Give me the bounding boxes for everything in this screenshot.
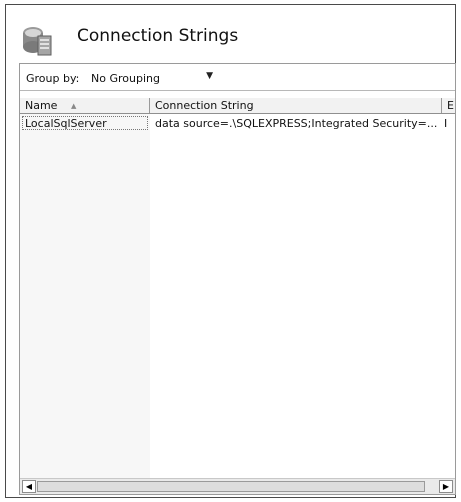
scroll-thumb[interactable]	[37, 481, 425, 492]
table-cell-name: LocalSqlServer	[22, 116, 148, 130]
chevron-down-icon: ▼	[206, 71, 213, 81]
table-cell-extra: I	[444, 117, 448, 130]
scroll-left-button[interactable]: ◀	[22, 480, 36, 493]
table-row[interactable]: LocalSqlServer data source=.\SQLEXPRESS;…	[20, 116, 455, 132]
column-header-name-label: Name	[25, 99, 58, 112]
scroll-right-button[interactable]: ▶	[439, 480, 453, 493]
page-header: Connection Strings	[6, 5, 455, 67]
connection-strings-window: Connection Strings Group by: No Grouping…	[5, 4, 456, 498]
table-cell-connection-string: data source=.\SQLEXPRESS;Integrated Secu…	[155, 117, 438, 130]
scroll-right-icon: ▶	[442, 482, 450, 491]
column-header-extra[interactable]: E	[442, 98, 455, 113]
group-by-dropdown[interactable]: No Grouping ▼	[87, 69, 219, 87]
table-body: LocalSqlServer data source=.\SQLEXPRESS;…	[20, 114, 455, 478]
group-by-bar: Group by: No Grouping ▼	[20, 64, 455, 91]
group-by-value: No Grouping	[91, 72, 160, 85]
column-header-extra-label: E	[447, 99, 454, 112]
page-title: Connection Strings	[77, 26, 239, 46]
sort-ascending-icon: ▲	[70, 101, 77, 110]
column-header-connection-string[interactable]: Connection String	[150, 98, 442, 113]
connection-strings-icon	[23, 27, 52, 56]
scroll-left-icon: ◀	[25, 482, 33, 491]
connection-strings-list-panel: Group by: No Grouping ▼ Name ▲ Connectio…	[19, 63, 456, 495]
horizontal-scrollbar[interactable]: ◀ ▶	[20, 478, 455, 494]
group-by-label: Group by:	[26, 72, 80, 85]
name-column-background	[20, 114, 150, 478]
column-header-connection-string-label: Connection String	[155, 99, 254, 112]
column-header-name[interactable]: Name ▲	[20, 98, 150, 113]
table-header: Name ▲ Connection String E	[20, 98, 455, 114]
